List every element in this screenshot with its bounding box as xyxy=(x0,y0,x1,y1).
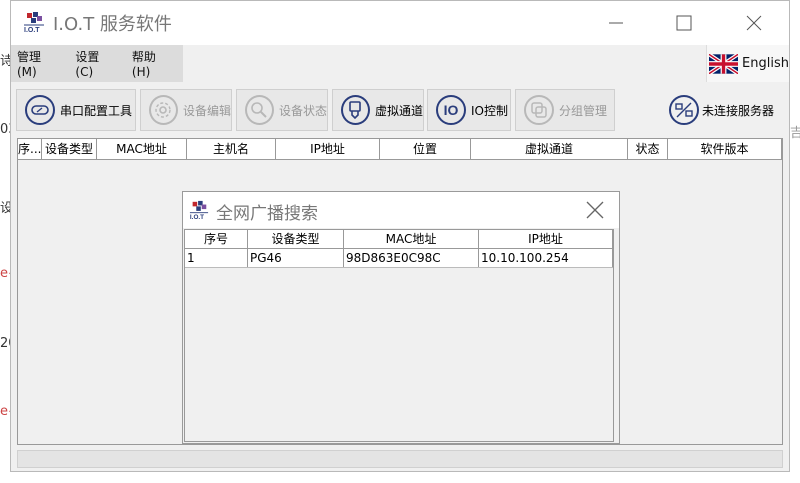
language-label: English xyxy=(742,56,789,71)
table-cell: PG46 xyxy=(248,249,344,267)
language-button[interactable]: English xyxy=(706,45,789,82)
toolbar: 串口配置工具 设备编辑 设备状态 虚拟通道 IO IO控制 分组管理 未连接服务… xyxy=(16,87,786,135)
serial-port-icon xyxy=(25,95,55,125)
table-cell: 10.10.100.254 xyxy=(479,249,613,267)
serial-config-button[interactable]: 串口配置工具 xyxy=(16,89,136,131)
column-header[interactable]: 序号 xyxy=(185,230,248,248)
close-button[interactable] xyxy=(731,1,777,45)
column-header[interactable]: 主机名 xyxy=(187,139,276,159)
close-icon[interactable] xyxy=(585,200,605,220)
column-header[interactable]: 虚拟通道 xyxy=(471,139,628,159)
column-header[interactable]: IP地址 xyxy=(479,230,613,248)
io-control-label: IO控制 xyxy=(471,103,508,118)
io-control-button[interactable]: IO IO控制 xyxy=(427,89,511,131)
disconnected-icon xyxy=(669,95,699,125)
search-results-table[interactable]: 序号 设备类型 MAC地址 IP地址 1 PG46 98D863E0C98C 1… xyxy=(184,229,614,442)
column-header[interactable]: MAC地址 xyxy=(344,230,479,248)
minimize-icon xyxy=(609,22,623,24)
menu-bar: 管理 (M) 设置 (C) 帮助 (H) English xyxy=(11,45,789,83)
server-status-label: 未连接服务器 xyxy=(702,103,775,118)
column-header[interactable]: MAC地址 xyxy=(97,139,187,159)
uk-flag-icon xyxy=(709,53,739,74)
device-status-label: 设备状态 xyxy=(278,103,327,118)
device-table-header: 序... 设备类型 MAC地址 主机名 IP地址 位置 虚拟通道 状态 软件版本 xyxy=(18,139,782,160)
broadcast-search-dialog: I.O.T 全网广播搜索 序号 设备类型 MAC地址 IP地址 1 PG46 9… xyxy=(182,191,620,444)
virtual-channel-label: 虚拟通道 xyxy=(374,103,423,118)
iot-logo-icon: I.O.T xyxy=(190,200,209,220)
server-status-button[interactable]: 未连接服务器 xyxy=(661,89,786,131)
group-manage-button[interactable]: 分组管理 xyxy=(515,89,615,131)
device-edit-label: 设备编辑 xyxy=(182,103,231,118)
menu-group: 管理 (M) 设置 (C) 帮助 (H) xyxy=(11,45,183,82)
table-cell: 1 xyxy=(185,249,248,267)
column-header[interactable]: 设备类型 xyxy=(248,230,344,248)
svg-text:I.O.T: I.O.T xyxy=(190,214,204,220)
maximize-button[interactable] xyxy=(661,1,707,45)
column-header[interactable]: 状态 xyxy=(628,139,668,159)
column-header[interactable]: 序... xyxy=(18,139,42,159)
device-status-button[interactable]: 设备状态 xyxy=(236,89,328,131)
menu-settings[interactable]: 设置 (C) xyxy=(75,48,119,79)
column-header[interactable]: IP地址 xyxy=(276,139,380,159)
status-bar xyxy=(17,450,783,468)
io-icon: IO xyxy=(436,95,466,125)
iot-logo-icon: I.O.T xyxy=(24,12,44,33)
window-title: I.O.T 服务软件 xyxy=(53,14,172,35)
maximize-icon xyxy=(676,15,692,31)
close-icon xyxy=(746,15,762,31)
minimize-button[interactable] xyxy=(593,1,639,45)
dialog-title: 全网广播搜索 xyxy=(216,204,318,224)
table-cell: 98D863E0C98C xyxy=(344,249,479,267)
table-row[interactable]: 1 PG46 98D863E0C98C 10.10.100.254 xyxy=(185,249,613,268)
magnifier-icon xyxy=(245,95,274,125)
dialog-title-bar[interactable]: I.O.T 全网广播搜索 xyxy=(183,192,619,228)
menu-help[interactable]: 帮助 (H) xyxy=(132,48,177,79)
svg-text:I.O.T: I.O.T xyxy=(24,27,40,33)
group-manage-label: 分组管理 xyxy=(559,103,608,118)
group-icon xyxy=(524,95,554,125)
column-header[interactable]: 设备类型 xyxy=(42,139,97,159)
title-bar[interactable]: I.O.T I.O.T 服务软件 xyxy=(11,1,789,45)
column-header[interactable]: 软件版本 xyxy=(668,139,782,159)
device-edit-button[interactable]: 设备编辑 xyxy=(140,89,232,131)
virtual-channel-button[interactable]: 虚拟通道 xyxy=(332,89,424,131)
menu-manage[interactable]: 管理 (M) xyxy=(17,48,63,79)
serial-config-label: 串口配置工具 xyxy=(60,103,133,118)
search-results-header: 序号 设备类型 MAC地址 IP地址 xyxy=(185,230,613,249)
usb-plug-icon xyxy=(341,95,370,125)
gear-icon xyxy=(149,95,178,125)
column-header[interactable]: 位置 xyxy=(380,139,471,159)
background-text: 吉 xyxy=(790,126,800,141)
